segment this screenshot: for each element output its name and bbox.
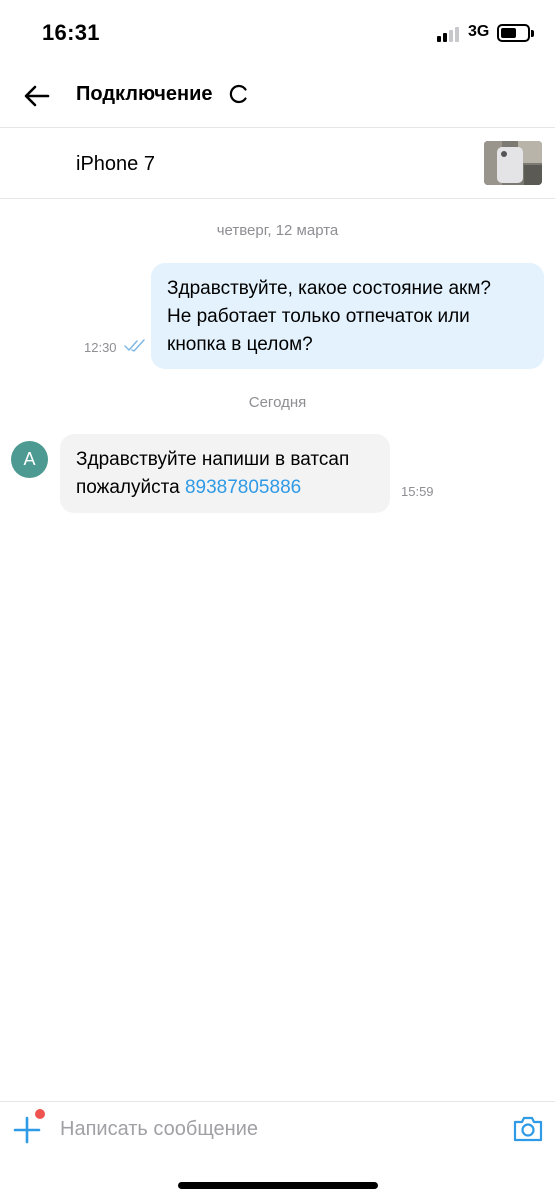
listing-bar[interactable]: iPhone 7 xyxy=(0,129,555,199)
incoming-message-bubble[interactable]: Здравствуйте напиши в ватсап пожалуйста … xyxy=(60,434,390,513)
outgoing-message-time: 12:30 xyxy=(84,340,117,355)
outgoing-message-bubble[interactable]: Здравствуйте, какое состояние акм? Не ра… xyxy=(151,263,544,369)
message-text-line: пожалуйста 89387805886 xyxy=(76,474,374,502)
date-separator: четверг, 12 марта xyxy=(216,222,339,239)
camera-button[interactable] xyxy=(512,1114,544,1144)
camera-icon xyxy=(513,1116,543,1142)
listing-title[interactable]: iPhone 7 xyxy=(76,153,155,176)
status-time: 16:31 xyxy=(42,20,100,45)
message-text: пожалуйста xyxy=(76,477,180,498)
chat-screen: 16:31 3G Подключение iPhone 7 четверг, 1… xyxy=(0,0,555,1200)
message-input[interactable] xyxy=(60,1114,490,1144)
chat-header: Подключение xyxy=(0,66,555,128)
notification-dot xyxy=(35,1109,45,1119)
back-button[interactable] xyxy=(20,78,56,114)
status-bar: 16:31 3G xyxy=(0,0,555,66)
loading-spinner-icon xyxy=(229,84,247,104)
connection-status-title: Подключение xyxy=(76,83,213,105)
network-type: 3G xyxy=(468,23,490,40)
message-text-line: кнопка в целом? xyxy=(167,334,313,355)
phone-number-link[interactable]: 89387805886 xyxy=(185,477,301,498)
avatar[interactable]: A xyxy=(11,441,48,478)
message-text-line: Здравствуйте напиши в ватсап xyxy=(76,449,350,470)
battery-icon xyxy=(497,24,534,42)
incoming-message-time: 15:59 xyxy=(401,484,434,499)
message-text-line: Здравствуйте, какое состояние акм? xyxy=(167,278,492,299)
message-text-line: Не работает только отпечаток или xyxy=(167,306,470,327)
plus-icon xyxy=(13,1116,41,1144)
home-indicator xyxy=(178,1182,378,1189)
double-check-icon xyxy=(124,339,145,352)
back-arrow-icon xyxy=(24,85,50,107)
phone-photo xyxy=(484,141,542,185)
listing-thumbnail[interactable] xyxy=(484,141,542,185)
signal-strength-icon xyxy=(437,26,463,42)
attach-button[interactable] xyxy=(12,1115,42,1145)
message-input-bar xyxy=(0,1101,555,1200)
date-separator: Сегодня xyxy=(248,394,307,411)
